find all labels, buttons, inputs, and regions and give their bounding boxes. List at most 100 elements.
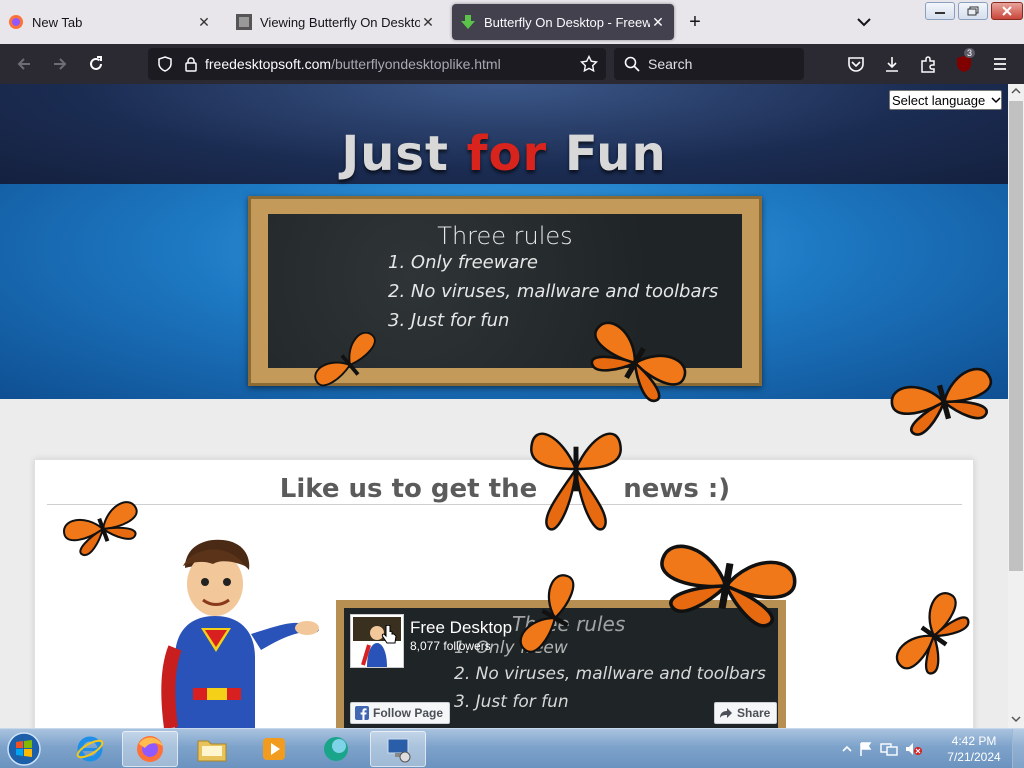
close-tab-icon[interactable]: ✕	[650, 14, 666, 31]
download-icon	[886, 57, 898, 72]
chevron-down-icon	[991, 97, 1001, 104]
butterfly-image	[519, 574, 575, 653]
site-title: Just for Fun	[0, 126, 1008, 182]
search-bar[interactable]: Search	[614, 48, 804, 80]
taskbar-internet-explorer[interactable]	[62, 731, 118, 767]
butterfly-image	[314, 332, 376, 387]
puzzle-icon	[921, 56, 935, 73]
title-just: Just	[341, 126, 467, 182]
followers-count: 8,077 followers	[410, 639, 491, 653]
tab-title: Viewing Butterfly On Desktop w	[260, 14, 420, 30]
reload-button[interactable]	[84, 52, 108, 76]
tab-new-tab[interactable]: New Tab ✕	[0, 4, 220, 40]
clock-time: 4:42 PM	[951, 734, 997, 748]
taskbar-file-explorer[interactable]	[184, 731, 240, 767]
tab-title: New Tab	[32, 14, 83, 30]
action-center-flag-icon[interactable]	[858, 741, 874, 757]
title-for: for	[466, 126, 548, 182]
reload-icon	[90, 56, 102, 70]
globe-app-icon	[324, 737, 348, 761]
like-us-heading: Like us to get the news :)	[35, 474, 975, 504]
search-icon	[624, 56, 640, 72]
language-select-label: Select language	[892, 92, 986, 108]
rule-item: 2. No viruses, mallware and toolbars	[388, 281, 719, 302]
pocket-button[interactable]	[844, 52, 868, 76]
network-icon[interactable]	[880, 741, 898, 757]
arrow-left-icon	[17, 58, 30, 70]
chevron-down-icon[interactable]	[854, 12, 874, 32]
butterfly-image	[530, 432, 622, 531]
restore-button[interactable]	[958, 2, 988, 20]
taskbar-firefox[interactable]	[122, 731, 178, 767]
address-bar[interactable]: freedesktopsoft.com/butterflyondesktopli…	[148, 48, 606, 80]
hand-cursor-icon	[381, 625, 397, 644]
language-select[interactable]: Select language	[889, 90, 1002, 110]
butterfly-image	[660, 544, 797, 628]
close-tab-icon[interactable]: ✕	[420, 14, 436, 31]
widget-bg-rule: 3. Just for fun	[454, 692, 569, 712]
share-label: Share	[737, 706, 771, 720]
search-placeholder: Search	[648, 56, 693, 72]
tab-viewing-butterfly[interactable]: Viewing Butterfly On Desktop w ✕	[228, 4, 444, 40]
follow-page-button[interactable]: Follow Page	[350, 702, 451, 724]
url-host: freedesktopsoft.com	[205, 56, 332, 72]
tab-butterfly-on-desktop[interactable]: Butterfly On Desktop - Freewar ✕	[452, 4, 674, 40]
scrollbar-thumb[interactable]	[1009, 101, 1023, 571]
extensions-button[interactable]	[916, 52, 940, 76]
rule-item: 3. Just for fun	[388, 310, 510, 331]
menu-button[interactable]	[988, 52, 1012, 76]
taskbar-network-app[interactable]	[370, 731, 426, 767]
system-tray	[842, 729, 922, 768]
pocket-icon	[848, 57, 864, 72]
page-scrollbar[interactable]	[1008, 84, 1024, 728]
firefox-icon	[9, 15, 23, 29]
internet-explorer-icon	[76, 736, 104, 762]
butterfly-image	[63, 501, 138, 557]
close-tab-icon[interactable]: ✕	[196, 14, 212, 31]
star-bookmark-icon[interactable]	[580, 55, 598, 73]
scroll-up-icon[interactable]	[1008, 84, 1024, 98]
volume-muted-icon[interactable]	[904, 741, 922, 757]
minimize-button[interactable]	[925, 2, 955, 20]
butterfly-image	[890, 367, 993, 436]
facebook-icon	[355, 706, 369, 720]
back-button[interactable]	[12, 52, 36, 76]
tray-expand-icon[interactable]	[842, 744, 852, 754]
like-heading-end: news :)	[623, 474, 731, 504]
url-text[interactable]: freedesktopsoft.com/butterflyondesktopli…	[205, 56, 501, 72]
title-fun: Fun	[547, 126, 667, 182]
arrow-right-icon	[54, 58, 67, 70]
close-window-button[interactable]	[991, 2, 1023, 20]
facebook-page-name[interactable]: Free Desktop	[410, 618, 512, 638]
share-button[interactable]: Share	[714, 702, 778, 724]
taskbar-app-globe[interactable]	[308, 731, 364, 767]
scroll-down-icon[interactable]	[1008, 712, 1024, 726]
forward-button[interactable]	[48, 52, 72, 76]
windows-taskbar: 4:42 PM 7/21/2024	[0, 728, 1024, 768]
ublock-button[interactable]: 3	[952, 48, 976, 76]
clock-date: 7/21/2024	[947, 750, 1001, 764]
butterfly-image	[895, 592, 970, 675]
extension-badge: 3	[964, 48, 976, 58]
web-page: Just for Fun Select language Three rules…	[0, 84, 1008, 728]
page-avatar[interactable]	[350, 614, 404, 668]
page-thumbnail-icon	[236, 14, 252, 30]
computer-network-icon	[387, 738, 411, 763]
new-tab-button[interactable]: +	[684, 10, 706, 34]
taskbar-media-player[interactable]	[246, 731, 302, 767]
navigation-toolbar: freedesktopsoft.com/butterflyondesktopli…	[0, 44, 1024, 84]
superhero-mascot-image	[161, 539, 319, 728]
downloads-button[interactable]	[880, 52, 904, 76]
tab-strip: New Tab ✕ Viewing Butterfly On Desktop w…	[0, 0, 1024, 44]
clock[interactable]: 4:42 PM 7/21/2024	[942, 733, 1006, 765]
hamburger-menu-icon	[994, 58, 1006, 70]
download-arrow-icon	[461, 15, 475, 29]
follow-page-label: Follow Page	[373, 706, 444, 720]
rule-item: 1. Only freeware	[388, 252, 538, 273]
start-button[interactable]	[4, 731, 44, 767]
shield-icon[interactable]	[157, 56, 173, 72]
lock-icon[interactable]	[183, 56, 199, 72]
tab-title: Butterfly On Desktop - Freewar	[484, 14, 650, 30]
media-player-icon	[263, 738, 285, 760]
show-desktop-button[interactable]	[1012, 729, 1024, 768]
